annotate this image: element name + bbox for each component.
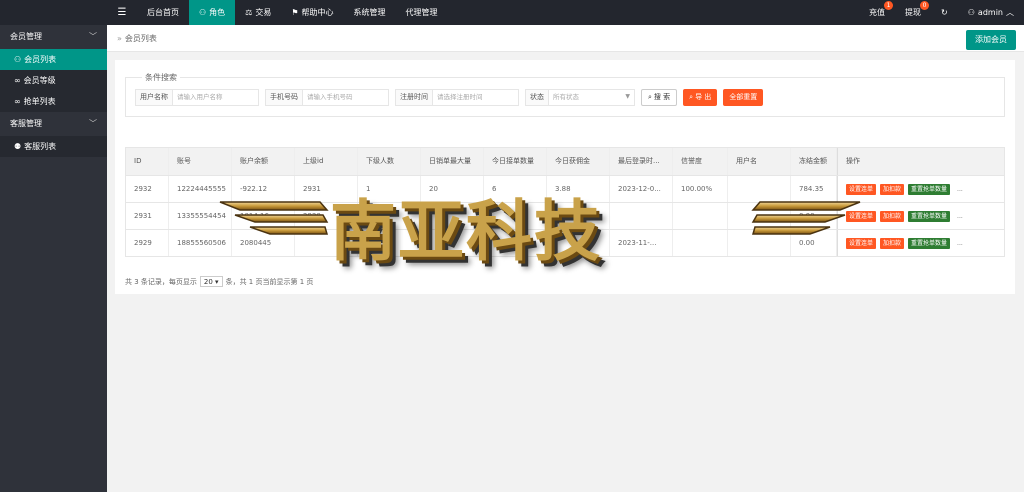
sidebar-item-label: 抢单列表 — [23, 97, 56, 106]
pagination: 共 3 条记录，每页显示 20 ▾ 条，共 1 页当前显示第 1 页 — [125, 276, 313, 287]
top-navbar: ☰ 后台首页 ⚇ 角色 ⚖ 交易 ⚑ 帮助中心 系统管理 代理管理 充值 1 提现 0 ↻… — [0, 0, 1024, 25]
adjust-balance-button[interactable]: 加扣款 — [880, 210, 905, 222]
export-button-label: 导 出 — [695, 93, 712, 101]
caret-down-icon: ▼ — [625, 93, 630, 100]
register-time-field[interactable]: 注册时间 请选择注册时间 — [395, 89, 519, 106]
nav-home[interactable]: 后台首页 — [137, 0, 189, 25]
status-value[interactable]: 所有状态 — [549, 90, 583, 105]
user-icon: ⚇ — [199, 8, 207, 17]
recharge-label: 充值 — [869, 8, 886, 17]
status-label: 状态 — [526, 90, 549, 105]
breadcrumb-current: 会员列表 — [124, 33, 157, 43]
sidebar-item-label: 客服列表 — [24, 142, 57, 151]
sidebar-group-member[interactable]: 会员管理 ﹀ — [0, 25, 107, 49]
link-icon: ∞ — [14, 76, 21, 85]
nav-system-label: 系统管理 — [353, 8, 386, 17]
sidebar-item-order-list[interactable]: ∞ 抢单列表 — [0, 91, 107, 112]
sidebar-item-member-level[interactable]: ∞ 会员等级 — [0, 70, 107, 91]
nav-trade-label: 交易 — [255, 8, 272, 17]
username-label: 用户名称 — [136, 90, 173, 105]
more-actions-button[interactable]: ... — [954, 238, 964, 249]
link-icon: ∞ — [14, 97, 21, 106]
sidebar-item-member-list[interactable]: ⚇ 会员列表 — [0, 49, 107, 70]
search-filters: 用户名称 请输入用户名称 手机号码 请输入手机号码 注册时间 请选择注册时间 状态 所有… — [135, 89, 764, 106]
top-right: 充值 1 提现 0 ↻ ⚇ admin ︿ — [859, 0, 1024, 25]
search-fieldset: 条件搜索 用户名称 请输入用户名称 手机号码 请输入手机号码 注册时间 请选择注册时间… — [125, 72, 1005, 117]
flag-icon: ⚑ — [291, 8, 299, 17]
user-icon: ⚇ — [14, 55, 22, 64]
reset-order-count-button[interactable]: 重置抢单数量 — [908, 183, 951, 195]
watermark-logo: 南亚科技 — [215, 170, 865, 275]
withdraw-link[interactable]: 提现 0 — [895, 0, 931, 25]
cell-id: 2932 — [126, 176, 169, 202]
nav-agent[interactable]: 代理管理 — [396, 0, 448, 25]
sidebar-item-service-list[interactable]: ⚉ 客服列表 — [0, 136, 107, 157]
page-size-value: 20 — [203, 278, 213, 286]
phone-label: 手机号码 — [266, 90, 303, 105]
withdraw-badge: 0 — [920, 1, 930, 10]
reset-button[interactable]: 全部重置 — [723, 89, 764, 106]
refresh-icon: ↻ — [941, 8, 948, 17]
search-button[interactable]: ⌕ 搜 索 — [641, 89, 678, 106]
user-name: admin — [977, 8, 1003, 17]
logo-area — [0, 0, 107, 25]
reset-order-count-button[interactable]: 重置抢单数量 — [908, 237, 951, 249]
search-legend: 条件搜索 — [142, 72, 180, 83]
sidebar-group-label: 客服管理 — [10, 119, 42, 128]
top-nav: ☰ 后台首页 ⚇ 角色 ⚖ 交易 ⚑ 帮助中心 系统管理 代理管理 — [107, 0, 448, 25]
header-cell[interactable]: ID — [126, 148, 169, 175]
user-menu[interactable]: ⚇ admin ︿ — [958, 0, 1024, 25]
chevron-down-icon: ﹀ — [89, 32, 97, 41]
page-size-select[interactable]: 20 ▾ — [199, 276, 223, 287]
register-time-label: 注册时间 — [396, 90, 433, 105]
refresh-button[interactable]: ↻ — [931, 0, 958, 25]
watermark-text: 南亚科技 — [330, 192, 602, 270]
cell-id: 2931 — [126, 203, 169, 229]
nav-home-label: 后台首页 — [147, 8, 179, 17]
cell-id: 2929 — [126, 230, 169, 256]
nav-help[interactable]: ⚑ 帮助中心 — [281, 0, 343, 25]
sidebar-group-service[interactable]: 客服管理 ﹀ — [0, 112, 107, 136]
username-field[interactable]: 用户名称 请输入用户名称 — [135, 89, 259, 106]
pager-suffix: 条，共 1 页当前显示第 1 页 — [225, 277, 314, 286]
withdraw-label: 提现 — [905, 8, 922, 17]
nav-role-label: 角色 — [209, 8, 226, 17]
more-actions-button[interactable]: ... — [954, 211, 964, 222]
nav-help-label: 帮助中心 — [301, 8, 334, 17]
search-button-label: 搜 索 — [653, 93, 671, 101]
user-icon: ⚇ — [967, 8, 975, 17]
adjust-balance-button[interactable]: 加扣款 — [880, 183, 905, 195]
scale-icon: ⚖ — [245, 8, 253, 17]
sidebar-item-label: 会员列表 — [24, 55, 57, 64]
recharge-link[interactable]: 充值 1 — [859, 0, 895, 25]
register-time-input[interactable]: 请选择注册时间 — [433, 90, 487, 105]
sidebar-item-label: 会员等级 — [23, 76, 56, 85]
menu-toggle-button[interactable]: ☰ — [107, 0, 137, 25]
reset-order-count-button[interactable]: 重置抢单数量 — [908, 210, 951, 222]
breadcrumb: » 会员列表 — [107, 25, 1024, 52]
add-member-button[interactable]: 添加会员 — [966, 30, 1016, 50]
sidebar: 会员管理 ﹀ ⚇ 会员列表 ∞ 会员等级 ∞ 抢单列表 客服管理 ﹀ ⚉ 客服列表 — [0, 25, 107, 492]
search-icon: ⌕ — [689, 93, 694, 101]
nav-agent-label: 代理管理 — [405, 8, 438, 17]
nav-role[interactable]: ⚇ 角色 — [189, 0, 236, 25]
more-actions-button[interactable]: ... — [954, 184, 964, 195]
pager-prefix: 共 3 条记录，每页显示 — [125, 277, 197, 286]
username-input[interactable]: 请输入用户名称 — [173, 90, 227, 105]
phone-input[interactable]: 请输入手机号码 — [303, 90, 357, 105]
breadcrumb-separator-icon: » — [117, 33, 122, 43]
sidebar-group-label: 会员管理 — [10, 32, 42, 41]
users-icon: ⚉ — [14, 142, 22, 151]
nav-trade[interactable]: ⚖ 交易 — [235, 0, 281, 25]
status-select[interactable]: 状态 所有状态 ▼ — [525, 89, 635, 106]
adjust-balance-button[interactable]: 加扣款 — [880, 237, 905, 249]
export-button[interactable]: ⌕ 导 出 — [683, 89, 718, 106]
phone-field[interactable]: 手机号码 请输入手机号码 — [265, 89, 389, 106]
chevron-down-icon: ﹀ — [89, 119, 97, 128]
recharge-badge: 1 — [884, 1, 894, 10]
chevron-up-icon: ︿ — [1006, 8, 1014, 17]
search-icon: ⌕ — [648, 93, 652, 101]
menu-icon: ☰ — [117, 7, 127, 18]
nav-system[interactable]: 系统管理 — [344, 0, 396, 25]
